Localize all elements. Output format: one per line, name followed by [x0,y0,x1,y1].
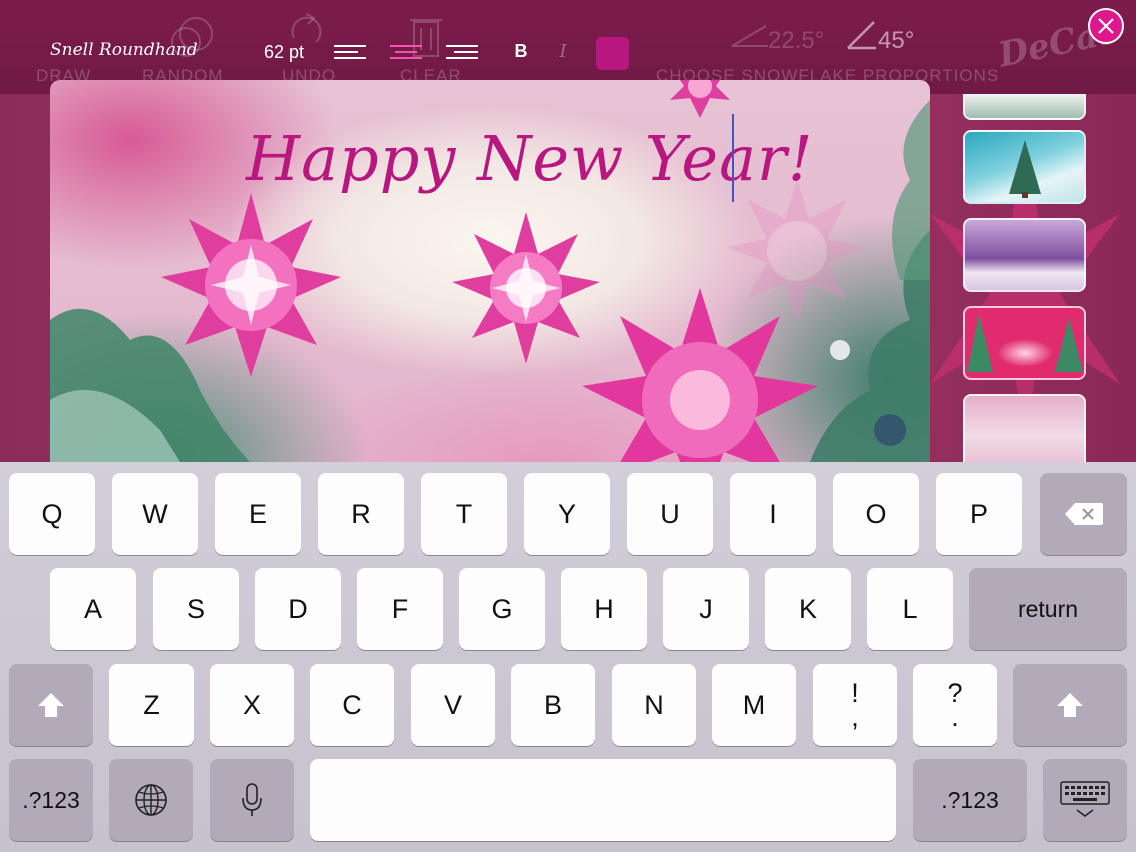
key-i[interactable]: I [730,473,816,555]
key-o[interactable]: O [833,473,919,555]
key-v[interactable]: V [411,664,495,746]
key-label-bottom: , [851,702,859,732]
key-f[interactable]: F [357,568,443,650]
background-thumbnail-teal-tree[interactable] [963,130,1086,204]
forest-icon [967,314,1083,372]
tree-icon [1009,140,1041,198]
keyboard-dismiss-icon [1060,781,1110,817]
key-z[interactable]: Z [109,664,194,746]
snowflake-top[interactable] [662,80,738,122]
key-n[interactable]: N [612,664,696,746]
text-cursor [732,114,734,202]
key-label-bottom: . [951,702,959,732]
microphone-icon [242,783,262,816]
onscreen-keyboard: Q W E R T Y U I O P A S D F G H J K L re… [0,462,1136,852]
return-key[interactable]: return [969,568,1127,650]
align-left-button[interactable] [334,42,366,62]
key-q[interactable]: Q [9,473,95,555]
key-x[interactable]: X [210,664,294,746]
close-button[interactable] [1088,8,1124,44]
numbers-key-right[interactable]: .?123 [913,759,1027,841]
background-thumbnail-pink-trees[interactable] [963,394,1086,462]
font-size-picker[interactable]: 62 pt [264,42,304,63]
backspace-icon [1064,503,1103,525]
key-p[interactable]: P [936,473,1022,555]
key-k[interactable]: K [765,568,851,650]
globe-key[interactable] [109,759,193,841]
key-c[interactable]: C [310,664,394,746]
key-e[interactable]: E [215,473,301,555]
close-icon [1098,18,1114,34]
greeting-card-canvas[interactable]: Happy New Year! [50,80,930,462]
key-s[interactable]: S [153,568,239,650]
key-g[interactable]: G [459,568,545,650]
angle-small-icon [731,25,768,47]
angle-45-readout: 45° [878,27,915,54]
italic-button[interactable]: I [556,41,570,62]
key-l[interactable]: L [867,568,953,650]
key-question-period[interactable]: ? . [913,664,997,746]
foliage-right-top-icon [892,100,930,280]
background-thumbnail-purple-snow[interactable] [963,218,1086,292]
backspace-key[interactable] [1040,473,1127,555]
angle-22-readout: 22.5° [768,27,825,54]
key-b[interactable]: B [511,664,595,746]
foliage-left-icon [50,308,250,462]
key-m[interactable]: M [712,664,796,746]
shift-icon [1057,693,1083,717]
key-h[interactable]: H [561,568,647,650]
key-d[interactable]: D [255,568,341,650]
angle-large-icon [847,21,876,50]
space-bar[interactable] [310,759,896,841]
shift-key-right[interactable] [1013,664,1127,746]
numbers-key-left[interactable]: .?123 [9,759,93,841]
align-center-button[interactable] [390,42,422,62]
key-j[interactable]: J [663,568,749,650]
text-color-swatch[interactable] [596,37,629,70]
key-u[interactable]: U [627,473,713,555]
align-right-button[interactable] [446,42,478,62]
font-picker[interactable]: Snell Roundhand [50,40,198,60]
background-thumbnail-snowy-field[interactable] [963,94,1086,120]
hide-keyboard-key[interactable] [1043,759,1127,841]
bold-button[interactable]: B [510,41,532,62]
background-thumbnail-pink-forest[interactable] [963,306,1086,380]
key-y[interactable]: Y [524,473,610,555]
dictation-key[interactable] [210,759,294,841]
key-t[interactable]: T [421,473,507,555]
key-a[interactable]: A [50,568,136,650]
shift-key-left[interactable] [9,664,93,746]
key-exclamation-comma[interactable]: ! , [813,664,897,746]
greeting-text[interactable]: Happy New Year! [246,122,814,195]
key-r[interactable]: R [318,473,404,555]
shift-icon [38,693,64,717]
key-w[interactable]: W [112,473,198,555]
globe-icon [135,784,167,816]
